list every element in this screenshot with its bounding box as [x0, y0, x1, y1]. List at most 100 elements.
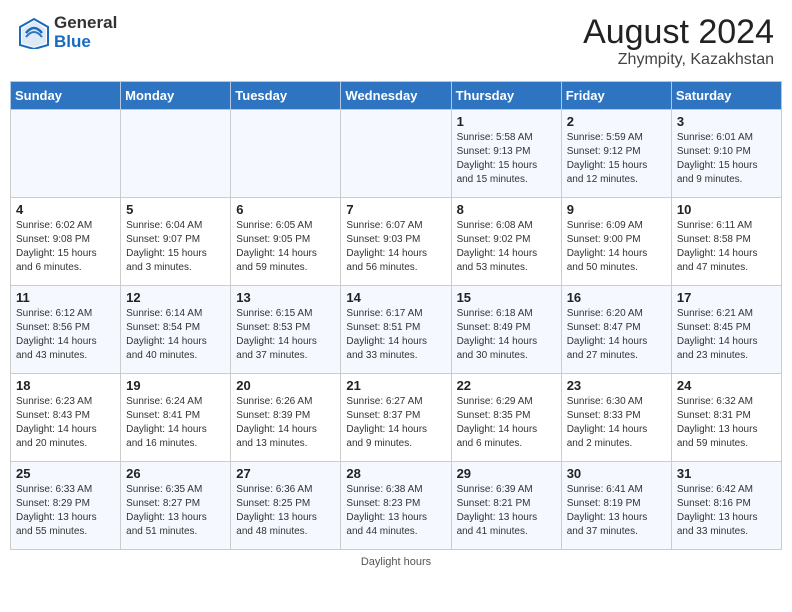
weekday-header: Friday [561, 82, 671, 110]
day-number: 25 [16, 466, 115, 481]
day-info: Sunrise: 6:18 AMSunset: 8:49 PMDaylight:… [457, 307, 556, 363]
day-number: 29 [457, 466, 556, 481]
day-info: Sunrise: 6:24 AMSunset: 8:41 PMDaylight:… [126, 395, 225, 451]
calendar-day-cell: 19 Sunrise: 6:24 AMSunset: 8:41 PMDayligh… [121, 374, 231, 462]
day-number: 18 [16, 378, 115, 393]
calendar-day-cell: 24 Sunrise: 6:32 AMSunset: 8:31 PMDayligh… [671, 374, 781, 462]
page-header: General Blue August 2024 Zhympity, Kazak… [10, 10, 782, 73]
day-info: Sunrise: 6:04 AMSunset: 9:07 PMDaylight:… [126, 219, 225, 275]
calendar-day-cell: 20 Sunrise: 6:26 AMSunset: 8:39 PMDayligh… [231, 374, 341, 462]
day-info: Sunrise: 6:38 AMSunset: 8:23 PMDaylight:… [346, 483, 445, 539]
day-info: Sunrise: 6:29 AMSunset: 8:35 PMDaylight:… [457, 395, 556, 451]
weekday-header: Sunday [11, 82, 121, 110]
day-number: 14 [346, 290, 445, 305]
weekday-header: Saturday [671, 82, 781, 110]
calendar-day-cell: 18 Sunrise: 6:23 AMSunset: 8:43 PMDayligh… [11, 374, 121, 462]
day-number: 13 [236, 290, 335, 305]
day-info: Sunrise: 6:30 AMSunset: 8:33 PMDaylight:… [567, 395, 666, 451]
day-number: 31 [677, 466, 776, 481]
weekday-header: Tuesday [231, 82, 341, 110]
calendar-day-cell: 15 Sunrise: 6:18 AMSunset: 8:49 PMDayligh… [451, 286, 561, 374]
day-info: Sunrise: 5:58 AMSunset: 9:13 PMDaylight:… [457, 131, 556, 187]
calendar-day-cell [11, 110, 121, 198]
day-info: Sunrise: 6:41 AMSunset: 8:19 PMDaylight:… [567, 483, 666, 539]
title-block: August 2024 Zhympity, Kazakhstan [583, 14, 774, 69]
calendar-day-cell: 10 Sunrise: 6:11 AMSunset: 8:58 PMDayligh… [671, 198, 781, 286]
day-number: 23 [567, 378, 666, 393]
calendar-day-cell: 28 Sunrise: 6:38 AMSunset: 8:23 PMDayligh… [341, 462, 451, 550]
day-number: 4 [16, 202, 115, 217]
day-info: Sunrise: 6:05 AMSunset: 9:05 PMDaylight:… [236, 219, 335, 275]
calendar-header-row: SundayMondayTuesdayWednesdayThursdayFrid… [11, 82, 782, 110]
calendar-day-cell: 7Sunrise: 6:07 AMSunset: 9:03 PMDaylight… [341, 198, 451, 286]
calendar-day-cell: 5Sunrise: 6:04 AMSunset: 9:07 PMDaylight… [121, 198, 231, 286]
day-info: Sunrise: 6:26 AMSunset: 8:39 PMDaylight:… [236, 395, 335, 451]
calendar-day-cell: 9Sunrise: 6:09 AMSunset: 9:00 PMDaylight… [561, 198, 671, 286]
day-number: 10 [677, 202, 776, 217]
logo-text: General Blue [54, 14, 117, 51]
calendar-day-cell: 31 Sunrise: 6:42 AMSunset: 8:16 PMDayligh… [671, 462, 781, 550]
day-info: Sunrise: 6:39 AMSunset: 8:21 PMDaylight:… [457, 483, 556, 539]
day-number: 24 [677, 378, 776, 393]
month-year-title: August 2024 [583, 14, 774, 51]
day-info: Sunrise: 6:33 AMSunset: 8:29 PMDaylight:… [16, 483, 115, 539]
day-info: Sunrise: 6:15 AMSunset: 8:53 PMDaylight:… [236, 307, 335, 363]
day-number: 2 [567, 114, 666, 129]
day-number: 9 [567, 202, 666, 217]
day-number: 7 [346, 202, 445, 217]
day-info: Sunrise: 6:02 AMSunset: 9:08 PMDaylight:… [16, 219, 115, 275]
day-info: Sunrise: 6:11 AMSunset: 8:58 PMDaylight:… [677, 219, 776, 275]
calendar-day-cell [121, 110, 231, 198]
calendar-week-row: 18 Sunrise: 6:23 AMSunset: 8:43 PMDayligh… [11, 374, 782, 462]
footer-note: Daylight hours [10, 556, 782, 568]
day-info: Sunrise: 6:20 AMSunset: 8:47 PMDaylight:… [567, 307, 666, 363]
logo: General Blue [18, 14, 117, 51]
day-number: 6 [236, 202, 335, 217]
day-number: 15 [457, 290, 556, 305]
day-number: 26 [126, 466, 225, 481]
day-info: Sunrise: 6:21 AMSunset: 8:45 PMDaylight:… [677, 307, 776, 363]
day-number: 12 [126, 290, 225, 305]
calendar-day-cell: 27 Sunrise: 6:36 AMSunset: 8:25 PMDayligh… [231, 462, 341, 550]
day-number: 27 [236, 466, 335, 481]
day-info: Sunrise: 6:32 AMSunset: 8:31 PMDaylight:… [677, 395, 776, 451]
calendar-day-cell: 23 Sunrise: 6:30 AMSunset: 8:33 PMDayligh… [561, 374, 671, 462]
calendar-week-row: 4 Sunrise: 6:02 AMSunset: 9:08 PMDaylight… [11, 198, 782, 286]
logo-blue: Blue [54, 33, 117, 52]
calendar-week-row: 25 Sunrise: 6:33 AMSunset: 8:29 PMDayligh… [11, 462, 782, 550]
day-info: Sunrise: 6:42 AMSunset: 8:16 PMDaylight:… [677, 483, 776, 539]
calendar-day-cell: 13 Sunrise: 6:15 AMSunset: 8:53 PMDayligh… [231, 286, 341, 374]
location-subtitle: Zhympity, Kazakhstan [583, 51, 774, 69]
day-info: Sunrise: 6:35 AMSunset: 8:27 PMDaylight:… [126, 483, 225, 539]
day-number: 16 [567, 290, 666, 305]
day-info: Sunrise: 6:08 AMSunset: 9:02 PMDaylight:… [457, 219, 556, 275]
day-number: 11 [16, 290, 115, 305]
calendar-day-cell [341, 110, 451, 198]
calendar-day-cell: 21 Sunrise: 6:27 AMSunset: 8:37 PMDayligh… [341, 374, 451, 462]
calendar-day-cell: 1 Sunrise: 5:58 AMSunset: 9:13 PMDaylight… [451, 110, 561, 198]
day-number: 8 [457, 202, 556, 217]
day-number: 30 [567, 466, 666, 481]
calendar-day-cell [231, 110, 341, 198]
day-number: 17 [677, 290, 776, 305]
calendar-week-row: 11Sunrise: 6:12 AMSunset: 8:56 PMDayligh… [11, 286, 782, 374]
day-info: Sunrise: 6:36 AMSunset: 8:25 PMDaylight:… [236, 483, 335, 539]
day-number: 20 [236, 378, 335, 393]
calendar-day-cell: 29 Sunrise: 6:39 AMSunset: 8:21 PMDayligh… [451, 462, 561, 550]
calendar-day-cell: 17 Sunrise: 6:21 AMSunset: 8:45 PMDayligh… [671, 286, 781, 374]
day-info: Sunrise: 6:27 AMSunset: 8:37 PMDaylight:… [346, 395, 445, 451]
day-number: 28 [346, 466, 445, 481]
day-number: 21 [346, 378, 445, 393]
logo-icon [18, 17, 50, 49]
day-info: Sunrise: 6:17 AMSunset: 8:51 PMDaylight:… [346, 307, 445, 363]
calendar-day-cell: 25 Sunrise: 6:33 AMSunset: 8:29 PMDayligh… [11, 462, 121, 550]
calendar-day-cell: 16 Sunrise: 6:20 AMSunset: 8:47 PMDayligh… [561, 286, 671, 374]
day-number: 19 [126, 378, 225, 393]
calendar-day-cell: 8 Sunrise: 6:08 AMSunset: 9:02 PMDaylight… [451, 198, 561, 286]
day-info: Sunrise: 6:23 AMSunset: 8:43 PMDaylight:… [16, 395, 115, 451]
day-number: 1 [457, 114, 556, 129]
day-number: 22 [457, 378, 556, 393]
calendar-table: SundayMondayTuesdayWednesdayThursdayFrid… [10, 81, 782, 550]
calendar-day-cell: 12Sunrise: 6:14 AMSunset: 8:54 PMDayligh… [121, 286, 231, 374]
calendar-day-cell: 14 Sunrise: 6:17 AMSunset: 8:51 PMDayligh… [341, 286, 451, 374]
